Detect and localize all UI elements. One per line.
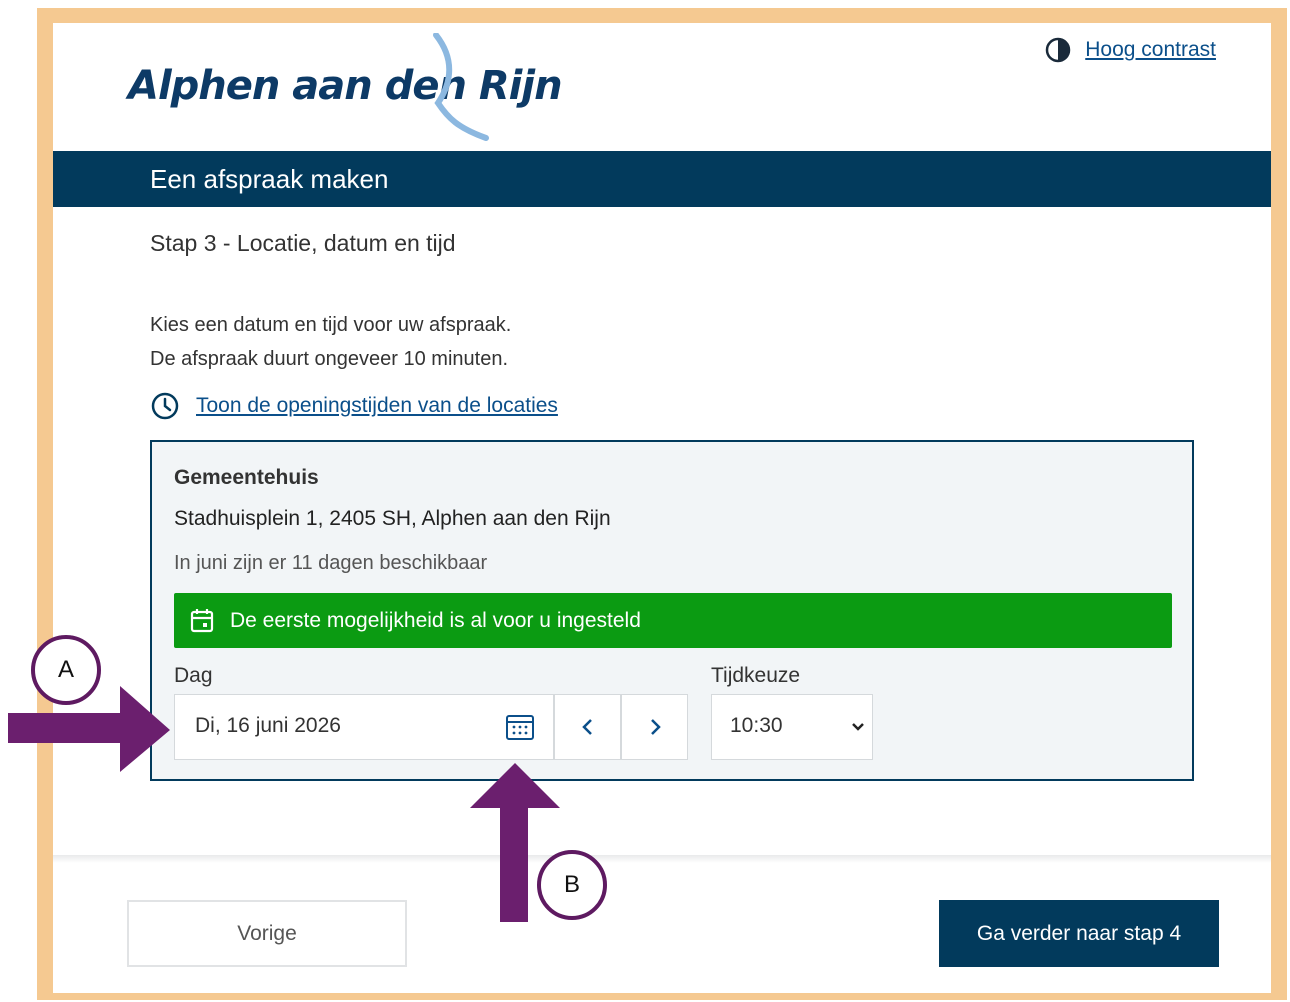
first-option-notice: De eerste mogelijkheid is al voor u inge… [174, 593, 1172, 648]
municipality-logo[interactable]: Alphen aan den Rijn [128, 33, 563, 143]
footer-divider [53, 855, 1271, 863]
opening-hours-link[interactable]: Toon de openingstijden van de locaties [196, 394, 558, 418]
next-step-button[interactable]: Ga verder naar stap 4 [939, 900, 1219, 967]
intro-text: Kies een datum en tijd voor uw afspraak.… [150, 308, 511, 376]
chevron-down-icon [852, 723, 864, 731]
location-address: Stadhuisplein 1, 2405 SH, Alphen aan den… [174, 507, 611, 530]
date-input[interactable]: Di, 16 juni 2026 [174, 694, 554, 760]
page-banner: Een afspraak maken [53, 151, 1271, 207]
high-contrast-link[interactable]: Hoog contrast [1085, 38, 1216, 62]
high-contrast-toggle[interactable]: Hoog contrast [1045, 37, 1216, 63]
next-day-button[interactable] [621, 694, 688, 760]
annotation-marker-b: B [537, 850, 607, 920]
annotation-marker-a: A [31, 635, 101, 705]
time-label: Tijdkeuze [711, 664, 801, 687]
previous-day-button[interactable] [554, 694, 621, 760]
calendar-icon [190, 608, 214, 632]
page-title: Een afspraak maken [150, 164, 389, 194]
previous-button[interactable]: Vorige [127, 900, 407, 967]
intro-line-1: Kies een datum en tijd voor uw afspraak. [150, 314, 512, 336]
location-card: Gemeentehuis Stadhuisplein 1, 2405 SH, A… [150, 440, 1194, 781]
clock-icon [151, 392, 179, 420]
chevron-right-icon [650, 719, 661, 735]
date-value: Di, 16 juni 2026 [195, 714, 341, 737]
date-picker-icon[interactable] [505, 712, 535, 742]
step-title: Stap 3 - Locatie, datum en tijd [150, 230, 456, 256]
location-name: Gemeentehuis [174, 466, 319, 489]
chevron-left-icon [581, 719, 592, 735]
opening-hours-toggle[interactable]: Toon de openingstijden van de locaties [150, 391, 558, 421]
page: Alphen aan den Rijn Hoog contrast Een af… [53, 23, 1271, 993]
availability-text: In juni zijn er 11 dagen beschikbaar [174, 552, 488, 574]
time-value: 10:30 [730, 714, 783, 737]
day-label: Dag [174, 664, 213, 687]
notice-text: De eerste mogelijkheid is al voor u inge… [230, 608, 641, 632]
logo-river-icon [433, 33, 489, 141]
time-select[interactable]: 10:30 [711, 694, 873, 760]
intro-line-2: De afspraak duurt ongeveer 10 minuten. [150, 348, 508, 370]
contrast-icon [1046, 37, 1071, 63]
